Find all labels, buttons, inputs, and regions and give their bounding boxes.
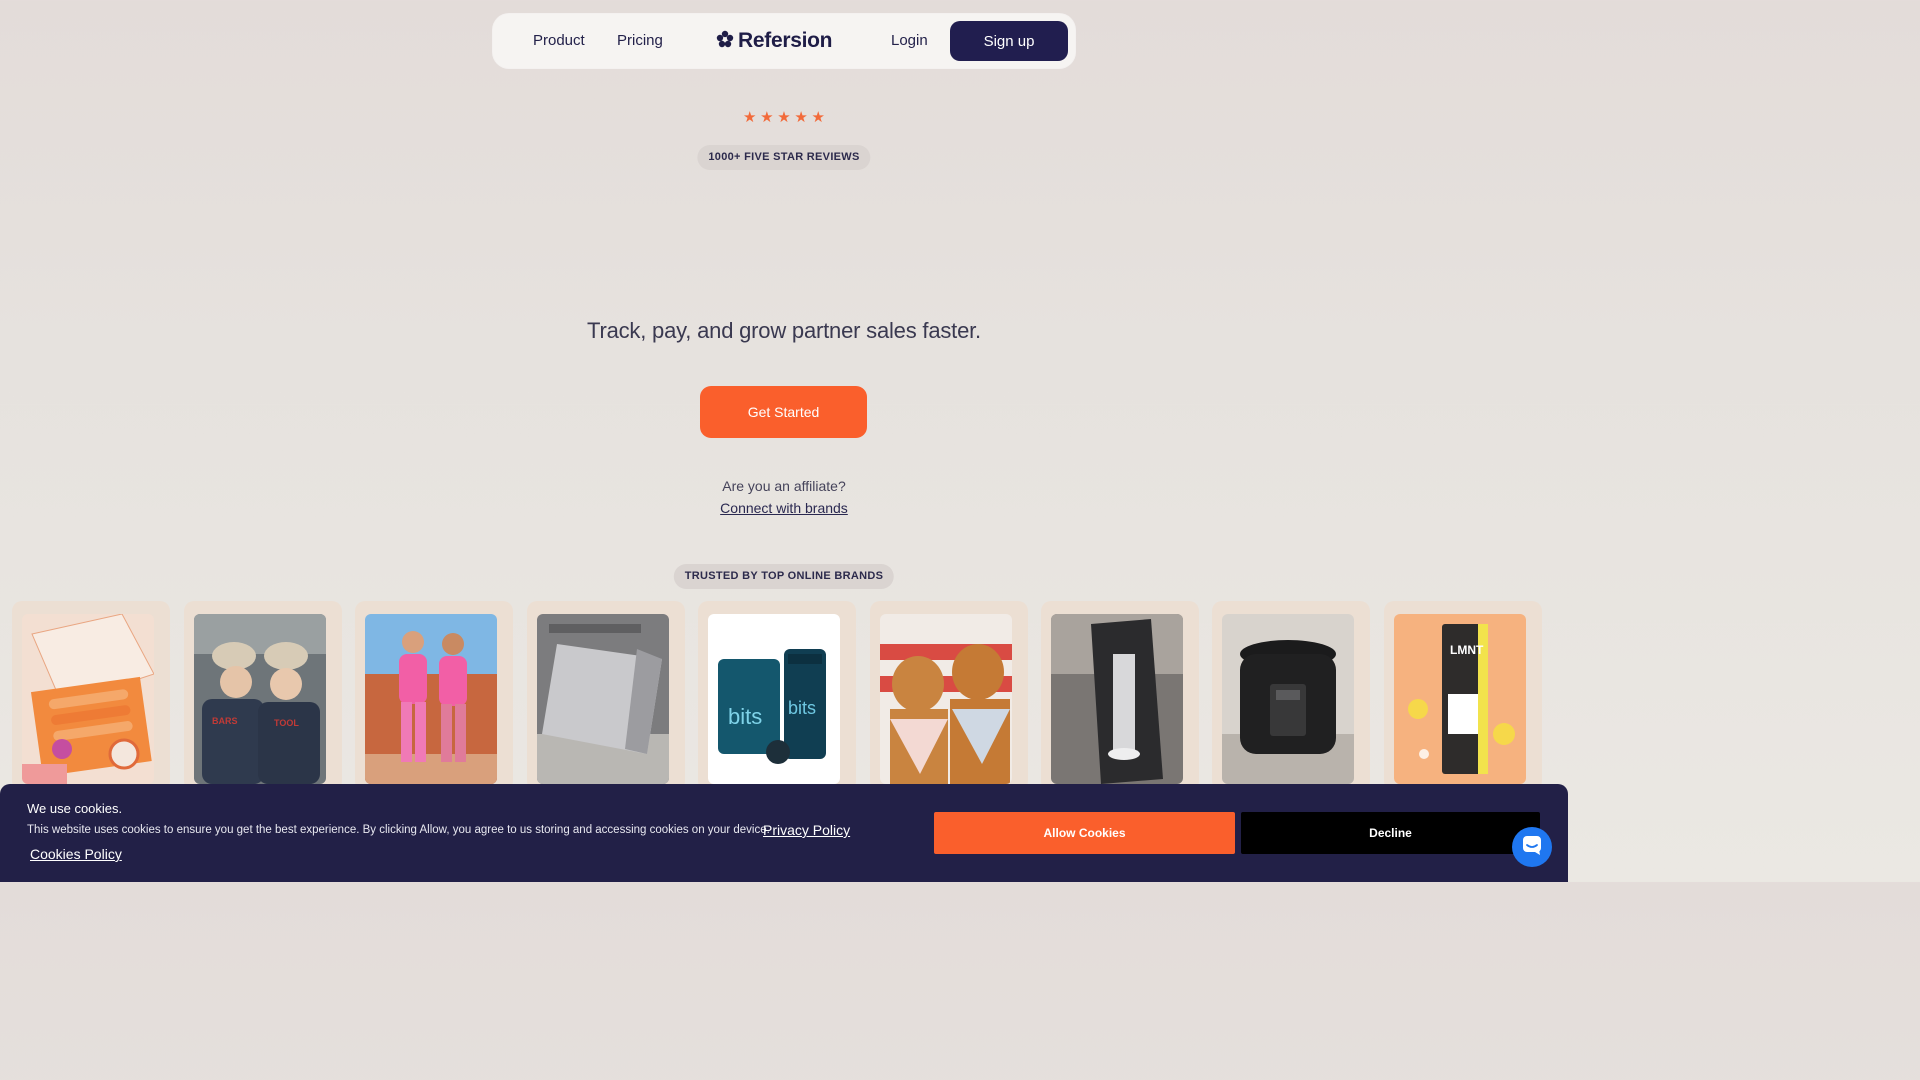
star-icon: ★ (760, 109, 774, 126)
star-icon: ★ (743, 109, 757, 126)
refersion-logo[interactable]: Refersion (715, 27, 832, 55)
privacy-policy-link[interactable]: Privacy Policy (763, 822, 850, 838)
svg-text:LMNT: LMNT (1450, 643, 1484, 657)
star-icon: ★ (811, 109, 825, 126)
brand-image: BARS TOOL (194, 614, 326, 784)
logo-text: Refersion (738, 29, 833, 52)
brand-cards-row: BARS TOOL bits bits LMNT (12, 601, 1556, 791)
connect-with-brands-link[interactable]: Connect with brands (720, 500, 848, 516)
brand-image (22, 614, 154, 784)
brand-image (365, 614, 497, 784)
hero-tagline: Track, pay, and grow partner sales faste… (587, 318, 981, 343)
chat-launcher-button[interactable] (1512, 827, 1552, 867)
brand-card-dogs[interactable] (870, 601, 1028, 791)
brand-card-pressure-cooker[interactable] (1212, 601, 1370, 791)
cookie-title: We use cookies. (27, 801, 123, 816)
top-nav: Product Pricing Refersion Login Sign up (493, 14, 1075, 68)
brand-card-orange-box[interactable] (12, 601, 170, 791)
brand-image (1222, 614, 1354, 784)
get-started-button[interactable]: Get Started (700, 386, 867, 438)
svg-text:bits: bits (788, 698, 816, 718)
star-icon: ★ (794, 109, 808, 126)
nav-pricing-link[interactable]: Pricing (617, 14, 663, 68)
chat-bubble-icon (1521, 834, 1543, 861)
connect-with-brands-link-row: Connect with brands (0, 500, 1568, 516)
cookies-policy-link[interactable]: Cookies Policy (30, 846, 122, 862)
cookie-banner: We use cookies. This website uses cookie… (0, 784, 1568, 882)
nav-product-link[interactable]: Product (533, 14, 585, 68)
brand-card-pink-activewear[interactable] (355, 601, 513, 791)
brand-image (1051, 614, 1183, 784)
trusted-badge: TRUSTED BY TOP ONLINE BRANDS (673, 564, 895, 589)
refersion-logo-icon (715, 29, 735, 54)
signup-button[interactable]: Sign up (950, 21, 1068, 61)
brand-card-lmnt[interactable]: LMNT (1384, 601, 1542, 791)
star-icon: ★ (777, 109, 791, 126)
brand-card-dermalogica[interactable] (527, 601, 685, 791)
brand-card-barstool[interactable]: BARS TOOL (184, 601, 342, 791)
svg-text:TOOL: TOOL (274, 718, 299, 728)
decline-cookies-button[interactable]: Decline (1241, 812, 1540, 854)
affiliate-question: Are you an affiliate? (722, 478, 846, 494)
svg-text:bits: bits (728, 704, 762, 729)
allow-cookies-button[interactable]: Allow Cookies (934, 812, 1235, 854)
brand-image (880, 614, 1012, 784)
nav-login-link[interactable]: Login (891, 14, 928, 68)
five-star-rating: ★ ★ ★ ★ ★ (743, 108, 825, 128)
brand-image: bits bits (708, 614, 840, 784)
cookie-text: This website uses cookies to ensure you … (27, 824, 770, 836)
brand-image: LMNT (1394, 614, 1526, 784)
brand-image (537, 614, 669, 784)
reviews-badge: 1000+ FIVE STAR REVIEWS (697, 145, 871, 170)
brand-card-energybits[interactable]: bits bits (698, 601, 856, 791)
brand-card-studio-pro[interactable] (1041, 601, 1199, 791)
svg-text:BARS: BARS (212, 716, 238, 726)
